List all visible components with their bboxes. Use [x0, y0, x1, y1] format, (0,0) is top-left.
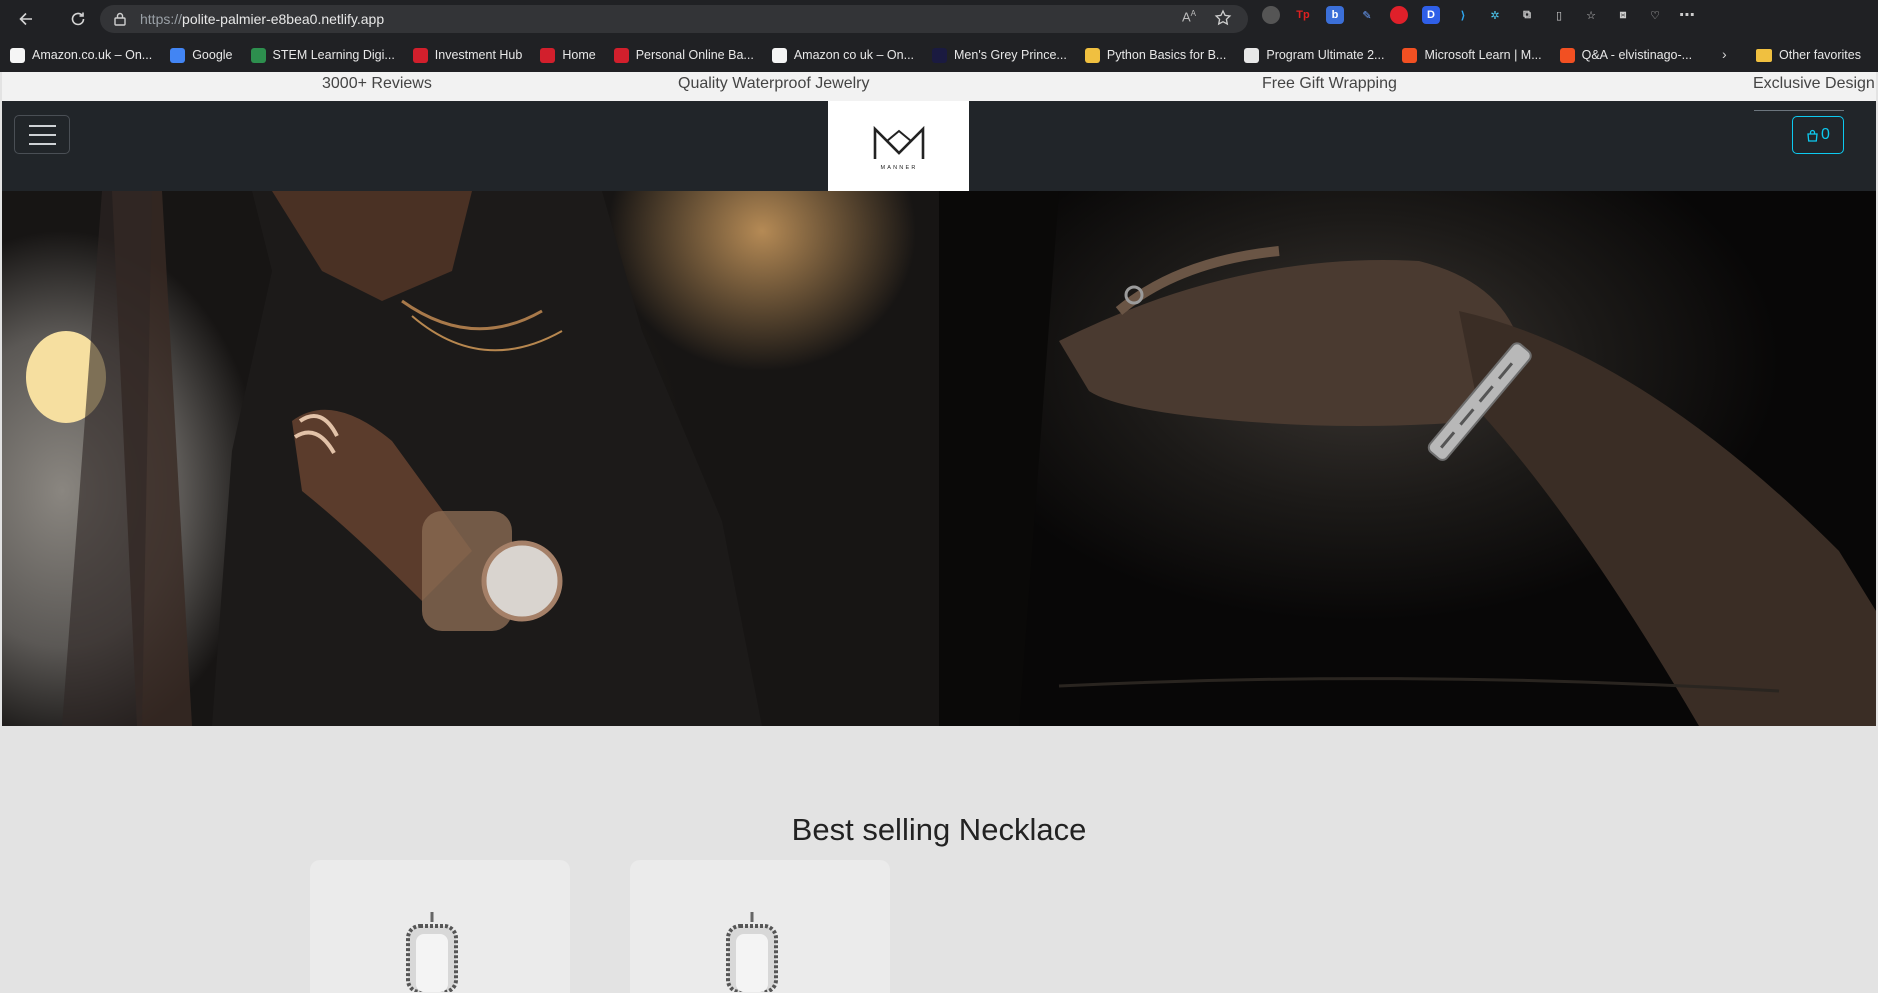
bookmark-label: Program Ultimate 2...: [1266, 48, 1385, 62]
extension-react-icon[interactable]: ✲: [1486, 6, 1504, 24]
bookmark-item[interactable]: Men's Grey Prince...: [932, 47, 1067, 63]
collections-icon[interactable]: ⧈: [1614, 6, 1632, 24]
product-card[interactable]: [630, 860, 890, 993]
address-bar[interactable]: https://polite-palmier-e8bea0.netlify.ap…: [100, 5, 1248, 33]
bookmark-favicon-icon: [250, 47, 266, 63]
bookmark-favicon-icon: [10, 47, 25, 63]
bookmarks-bar: Amazon.co.uk – On... Google STEM Learning …: [0, 38, 1878, 72]
back-arrow-icon: [19, 12, 32, 26]
cart-count: 0: [1821, 126, 1830, 143]
divider: [1754, 110, 1844, 111]
bookmark-item[interactable]: STEM Learning Digi...: [250, 47, 395, 63]
bookmark-item[interactable]: Investment Hub: [412, 47, 523, 63]
bookmark-favicon-icon: [1559, 47, 1575, 63]
bookmark-item[interactable]: Amazon co uk – On...: [771, 47, 915, 63]
extension-d-icon[interactable]: D: [1422, 6, 1440, 24]
cart-button[interactable]: 0: [1792, 116, 1844, 154]
bookmark-label: Google: [192, 48, 233, 62]
url-scheme: https://: [140, 11, 183, 27]
bookmark-favicon-icon: [1402, 47, 1418, 63]
bookmark-item[interactable]: Python Basics for B...: [1084, 47, 1227, 63]
extension-vscode-icon[interactable]: ⟩: [1454, 6, 1472, 24]
extension-pen-icon[interactable]: ✎: [1358, 6, 1376, 24]
bookmark-item[interactable]: Program Ultimate 2...: [1244, 47, 1385, 63]
bookmark-favicon-icon: [771, 47, 787, 63]
bookmark-label: Q&A - elvistinago-...: [1581, 48, 1693, 62]
refresh-button[interactable]: [60, 1, 96, 37]
folder-icon: [1756, 48, 1772, 62]
bookmark-label: Men's Grey Prince...: [954, 48, 1067, 62]
browser-toolbar: https://polite-palmier-e8bea0.netlify.ap…: [0, 0, 1878, 38]
pendant-necklace-icon: [726, 912, 778, 992]
extension-tp-icon[interactable]: Tp: [1294, 6, 1312, 24]
manner-logo-icon: MANNER: [873, 125, 924, 171]
bookmark-favicon-icon: [540, 47, 556, 63]
extension-icons: Tp b ✎ D ⟩ ✲ ⧉ ▯ ☆ ⧈ ♡ ⋯: [1262, 6, 1696, 24]
hero-banner: [2, 191, 1876, 726]
bookmark-label: Amazon co uk – On...: [793, 48, 915, 62]
page: 3000+ Reviews Quality Waterproof Jewelry…: [2, 72, 1876, 993]
bookmark-favicon-icon: [613, 47, 629, 63]
lock-icon: [114, 12, 126, 26]
bookmark-favicon-icon: [412, 47, 428, 63]
browser-essentials-icon[interactable]: ♡: [1646, 6, 1664, 24]
site-navbar: MANNER 0: [2, 101, 1876, 191]
bookmark-item[interactable]: Google: [170, 47, 233, 63]
url-host: polite-palmier-e8bea0.netlify.app: [182, 11, 385, 27]
announcement-reviews: 3000+ Reviews: [322, 75, 432, 92]
bookmark-favicon-icon: [170, 47, 186, 63]
bookmark-favicon-icon: [1084, 47, 1100, 63]
announcement-waterproof: Quality Waterproof Jewelry: [678, 75, 870, 92]
bookmark-item[interactable]: Personal Online Ba...: [613, 47, 754, 63]
bookmark-label: Python Basics for B...: [1106, 48, 1227, 62]
bookmark-item[interactable]: Q&A - elvistinago-...: [1559, 47, 1693, 63]
man-bracelet-photo: [939, 191, 1876, 726]
bookmark-label: Amazon.co.uk – On...: [32, 48, 153, 62]
bookmark-other-favorites[interactable]: Other favorites: [1756, 38, 1861, 72]
bookmark-label: Investment Hub: [434, 48, 523, 62]
shopping-bag-icon: [1807, 129, 1818, 142]
favorite-star-icon[interactable]: [1214, 9, 1232, 27]
refresh-icon: [71, 12, 85, 26]
announcement-gift-wrapping: Free Gift Wrapping: [1262, 75, 1397, 92]
extension-circle-icon[interactable]: [1262, 6, 1280, 24]
bookmark-label: Home: [562, 48, 596, 62]
announcement-bar: 3000+ Reviews Quality Waterproof Jewelry…: [2, 72, 1876, 101]
back-button[interactable]: [8, 1, 44, 37]
bookmark-item[interactable]: Amazon.co.uk – On...: [10, 47, 153, 63]
bookmark-label: Microsoft Learn | M...: [1424, 48, 1542, 62]
bookmark-item[interactable]: Microsoft Learn | M...: [1402, 47, 1542, 63]
read-aloud-icon[interactable]: AA: [1182, 9, 1196, 27]
more-menu-icon[interactable]: ⋯: [1678, 6, 1696, 24]
bookmark-favicon-icon: [1244, 47, 1260, 63]
chevron-right-icon[interactable]: ›: [1722, 46, 1727, 62]
svg-text:MANNER: MANNER: [880, 165, 917, 171]
bookmark-label: Other favorites: [1779, 48, 1861, 62]
menu-toggle-button[interactable]: [14, 115, 70, 154]
announcement-exclusive: Exclusive Design: [1753, 75, 1875, 92]
bookmark-label: Personal Online Ba...: [635, 48, 754, 62]
extension-opera-icon[interactable]: [1390, 6, 1408, 24]
product-card[interactable]: [310, 860, 570, 993]
pendant-necklace-icon: [406, 912, 458, 992]
site-logo[interactable]: MANNER: [828, 101, 969, 191]
bookmark-item[interactable]: Home: [540, 47, 596, 63]
favorites-icon[interactable]: ☆: [1582, 6, 1600, 24]
extensions-puzzle-icon[interactable]: ⧉: [1518, 6, 1536, 24]
section-title: Best selling Necklace: [791, 812, 1087, 847]
bookmark-label: STEM Learning Digi...: [272, 48, 395, 62]
split-screen-icon[interactable]: ▯: [1550, 6, 1568, 24]
bookmark-favicon-icon: [932, 47, 948, 63]
extension-book-icon[interactable]: b: [1326, 6, 1344, 24]
man-jewelry-watch-photo: [2, 191, 939, 726]
